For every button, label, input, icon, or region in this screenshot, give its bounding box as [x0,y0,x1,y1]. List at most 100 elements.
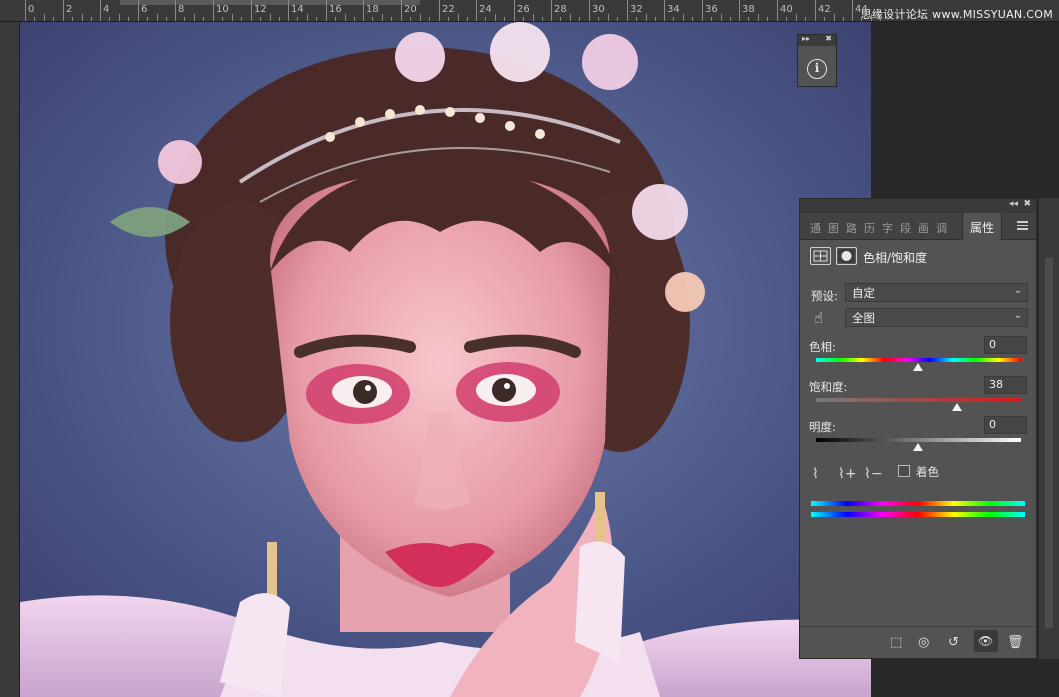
ruler-major-tick [702,0,703,21]
ruler-major-tick [63,0,64,21]
tab-brushes[interactable]: 画 [918,220,929,236]
ruler-minor-tick [307,14,308,21]
panel-menu-icon[interactable] [1017,221,1028,232]
ruler-major-tick [138,0,139,21]
saturation-slider-thumb[interactable] [952,403,962,411]
ruler-label: 20 [404,4,417,15]
document-canvas[interactable] [20,22,871,697]
photoshop-workspace: 思缘设计论坛 www.MISSYUAN.COM 0 2 4 6 8 10 12 14 16 18 2… [0,0,1059,697]
ruler-major-tick [288,0,289,21]
ruler-minor-tick [636,17,637,21]
info-panel-close-icon[interactable]: ✖ [825,34,832,43]
hue-slider-track[interactable] [816,358,1021,362]
ruler-major-tick [251,0,252,21]
eye-icon[interactable]: 👁 [978,634,993,648]
ruler-major-tick [213,0,214,21]
colorize-checkbox[interactable] [898,465,910,477]
tab-channels[interactable]: 通 [810,220,821,236]
tab-paragraph[interactable]: 段 [900,220,911,236]
ruler-major-tick [363,0,364,21]
ruler-label: 4 [103,4,110,15]
ruler-label: 22 [442,4,455,15]
ruler-label: 36 [705,4,718,15]
ruler-major-tick [551,0,552,21]
ruler-minor-tick [523,17,524,21]
scrollbar-thumb[interactable] [1045,258,1053,628]
lightness-slider-track[interactable] [816,438,1021,442]
ruler-minor-tick [721,14,722,21]
info-mini-panel: ▸▸ ✖ i [797,34,837,87]
horizontal-ruler[interactable]: 思缘设计论坛 www.MISSYUAN.COM 0 2 4 6 8 10 12 14 16 18 2… [0,0,1059,22]
chevron-down-icon: ⌄ [1013,310,1022,321]
ruler-label: 18 [366,4,379,15]
ruler-minor-tick [241,17,242,21]
saturation-input[interactable]: 38 [984,376,1027,394]
ruler-minor-tick [495,14,496,21]
info-panel-collapse-icon[interactable]: ▸▸ [802,34,810,43]
eyedropper-add-icon[interactable]: ⌇+ [838,466,857,482]
mask-icon[interactable] [836,247,857,265]
ruler-major-tick [815,0,816,21]
tab-character[interactable]: 字 [882,220,893,236]
panel-collapse-icon[interactable]: ◂◂ [1009,199,1018,209]
hue-input[interactable]: 0 [984,336,1027,354]
ruler-minor-tick [485,17,486,21]
properties-panel-bar[interactable]: ◂◂ ✖ [800,199,1036,213]
reset-icon[interactable]: ↺ [948,635,959,650]
saturation-slider-track[interactable] [816,398,1021,402]
ruler-minor-tick [598,17,599,21]
targeted-adjustment-hand-icon[interactable]: ☝ [814,309,823,327]
tab-properties[interactable]: 属性 [962,213,1003,240]
tab-paths[interactable]: 路 [846,220,857,236]
input-spectrum-bar [811,501,1025,506]
tab-layers[interactable]: 图 [828,220,839,236]
lightness-slider-thumb[interactable] [913,443,923,451]
ruler-minor-tick [880,17,881,21]
ruler-major-tick [514,0,515,21]
tab-adjustments[interactable]: 调 [936,220,947,236]
ruler-minor-tick [673,17,674,21]
vertical-ruler[interactable] [0,22,20,697]
ruler-major-tick [664,0,665,21]
tab-history[interactable]: 历 [864,220,875,236]
panel-dock-scrollbar[interactable] [1038,198,1059,659]
ruler-minor-tick [316,17,317,21]
ruler-minor-tick [410,17,411,21]
ruler-minor-tick [504,17,505,21]
adjustment-layer-icon[interactable] [810,247,831,265]
ruler-minor-tick [748,17,749,21]
ruler-minor-tick [730,17,731,21]
hue-slider-thumb[interactable] [913,363,923,371]
eyedropper-subtract-icon[interactable]: ⌇− [864,466,883,482]
view-previous-state-icon[interactable]: ◎ [918,635,929,650]
ruler-minor-tick [871,14,872,21]
ruler-label: 14 [291,4,304,15]
preset-dropdown[interactable]: 自定 ⌄ [845,283,1028,302]
panel-close-icon[interactable]: ✖ [1023,199,1031,209]
ruler-minor-tick [34,17,35,21]
ruler-minor-tick [608,14,609,21]
ruler-label: 28 [554,4,567,15]
ruler-major-tick [401,0,402,21]
info-icon[interactable]: i [807,59,827,79]
lightness-input[interactable]: 0 [984,416,1027,434]
eyedropper-icon[interactable]: ⌇ [812,466,819,482]
ruler-major-tick [627,0,628,21]
ruler-minor-tick [655,17,656,21]
channel-value: 全图 [852,311,875,325]
trash-icon[interactable]: 🗑 [1007,635,1024,650]
ruler-minor-tick [758,14,759,21]
adjustment-header: 色相/饱和度 [810,247,1026,269]
chevron-down-icon: ⌄ [1013,285,1022,296]
ruler-minor-tick [843,17,844,21]
ruler-major-tick [175,0,176,21]
ruler-label: 26 [517,4,530,15]
channel-dropdown[interactable]: 全图 ⌄ [845,308,1028,327]
info-panel-bar[interactable]: ▸▸ ✖ [798,34,836,46]
hue-label: 色相: [809,340,836,354]
clip-to-layer-icon[interactable]: ⬚ [890,635,902,650]
properties-panel: ◂◂ ✖ 通 图 路 历 字 段 画 调 属性 色相/饱和度 预设: 自定 ⌄ … [799,198,1037,659]
ruler-minor-tick [72,17,73,21]
ruler-minor-tick [861,17,862,21]
ruler-minor-tick [260,17,261,21]
